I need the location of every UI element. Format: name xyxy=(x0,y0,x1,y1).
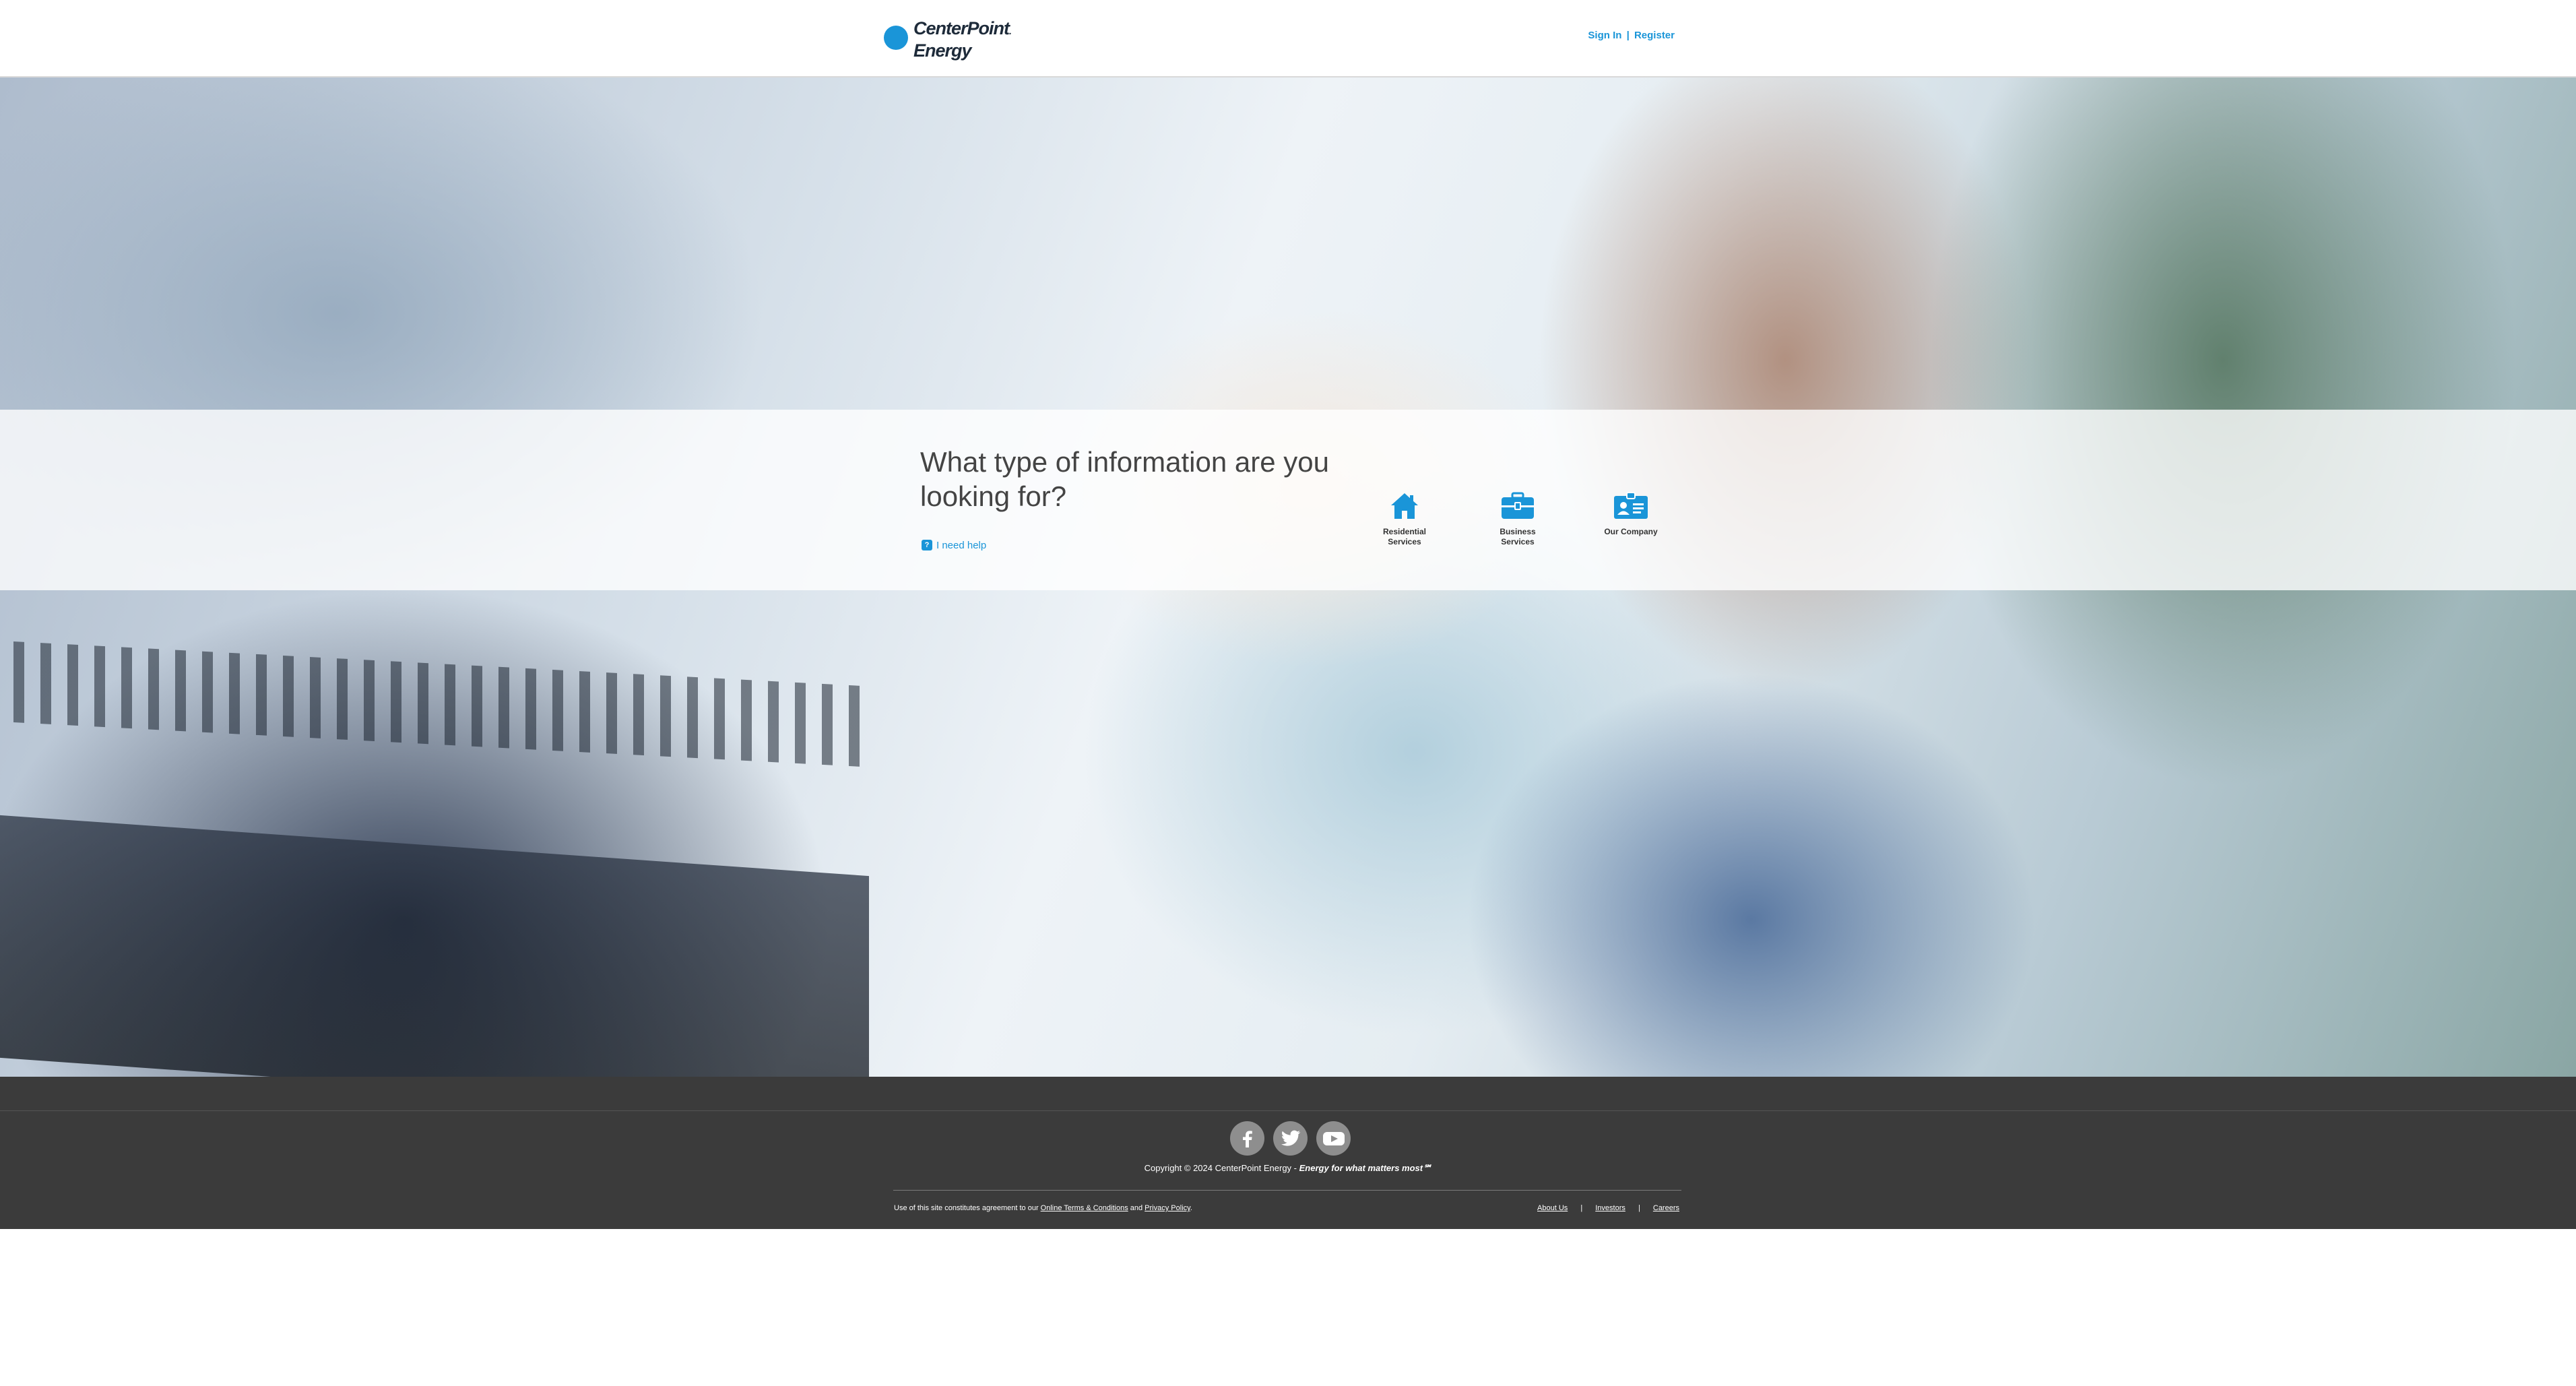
briefcase-icon xyxy=(1502,492,1534,519)
footer-nav: About Us | Investors | Careers xyxy=(1537,1204,1679,1212)
id-card-icon xyxy=(1614,492,1648,519)
careers-link[interactable]: Careers xyxy=(1653,1204,1679,1212)
category-choices: Residential Services Business Services O… xyxy=(1367,491,1658,571)
site-footer: Copyright © 2024 CenterPoint Energy - En… xyxy=(0,1077,2576,1229)
centerpoint-logo[interactable]: CenterPoint. Energy xyxy=(884,19,1012,62)
residential-services-label: Residential Services xyxy=(1382,527,1427,546)
page-question: What type of information are you looking… xyxy=(920,446,1329,512)
help-icon: ? xyxy=(922,540,932,550)
youtube-link[interactable] xyxy=(1316,1121,1351,1156)
twitter-icon xyxy=(1281,1130,1300,1146)
privacy-policy-link[interactable]: Privacy Policy xyxy=(1145,1204,1190,1212)
sign-in-link[interactable]: Sign In xyxy=(1588,30,1621,41)
about-us-link[interactable]: About Us xyxy=(1537,1204,1568,1212)
investors-link[interactable]: Investors xyxy=(1595,1204,1625,1212)
twitter-link[interactable] xyxy=(1273,1121,1308,1156)
hero-photo-oven-door xyxy=(0,815,869,1077)
auth-links: Sign In | Register xyxy=(1588,30,1675,41)
legal-and: and xyxy=(1128,1204,1145,1212)
youtube-icon xyxy=(1322,1131,1345,1145)
footer-nav-separator: | xyxy=(1638,1204,1640,1212)
logo-line-2: Energy xyxy=(913,40,972,61)
legal-suffix: . xyxy=(1190,1204,1192,1212)
need-help-link[interactable]: ? I need help xyxy=(922,538,986,552)
logo-line-1: CenterPoint. xyxy=(913,18,1012,38)
residential-services-option[interactable]: Residential Services xyxy=(1367,491,1442,547)
footer-nav-separator: | xyxy=(1580,1204,1583,1212)
legal-prefix: Use of this site constitutes agreement t… xyxy=(894,1204,1041,1212)
our-company-label: Our Company xyxy=(1604,527,1658,536)
facebook-link[interactable] xyxy=(1230,1121,1264,1156)
site-header: CenterPoint. Energy Sign In | Register xyxy=(0,0,2576,77)
legal-notice: Use of this site constitutes agreement t… xyxy=(894,1204,1192,1212)
copyright-text: Copyright © 2024 CenterPoint Energy - xyxy=(1144,1163,1299,1173)
business-services-label: Business Services xyxy=(1500,527,1536,546)
hero-photo-oven-vents xyxy=(13,641,862,767)
logo-wordmark: CenterPoint. Energy xyxy=(913,18,1012,61)
tagline: Energy for what matters most℠ xyxy=(1299,1163,1432,1173)
auth-separator: | xyxy=(1626,30,1630,41)
terms-link[interactable]: Online Terms & Conditions xyxy=(1041,1204,1128,1212)
footer-divider xyxy=(893,1190,1681,1191)
business-services-option[interactable]: Business Services xyxy=(1481,491,1555,547)
logo-circle-icon xyxy=(884,26,908,50)
footer-top-rule xyxy=(0,1110,2576,1111)
need-help-label: I need help xyxy=(936,539,987,551)
our-company-option[interactable]: Our Company xyxy=(1594,491,1668,537)
copyright-notice: Copyright © 2024 CenterPoint Energy - En… xyxy=(0,1163,2576,1174)
register-link[interactable]: Register xyxy=(1634,30,1675,41)
facebook-icon xyxy=(1242,1130,1252,1147)
house-icon xyxy=(1391,493,1418,519)
